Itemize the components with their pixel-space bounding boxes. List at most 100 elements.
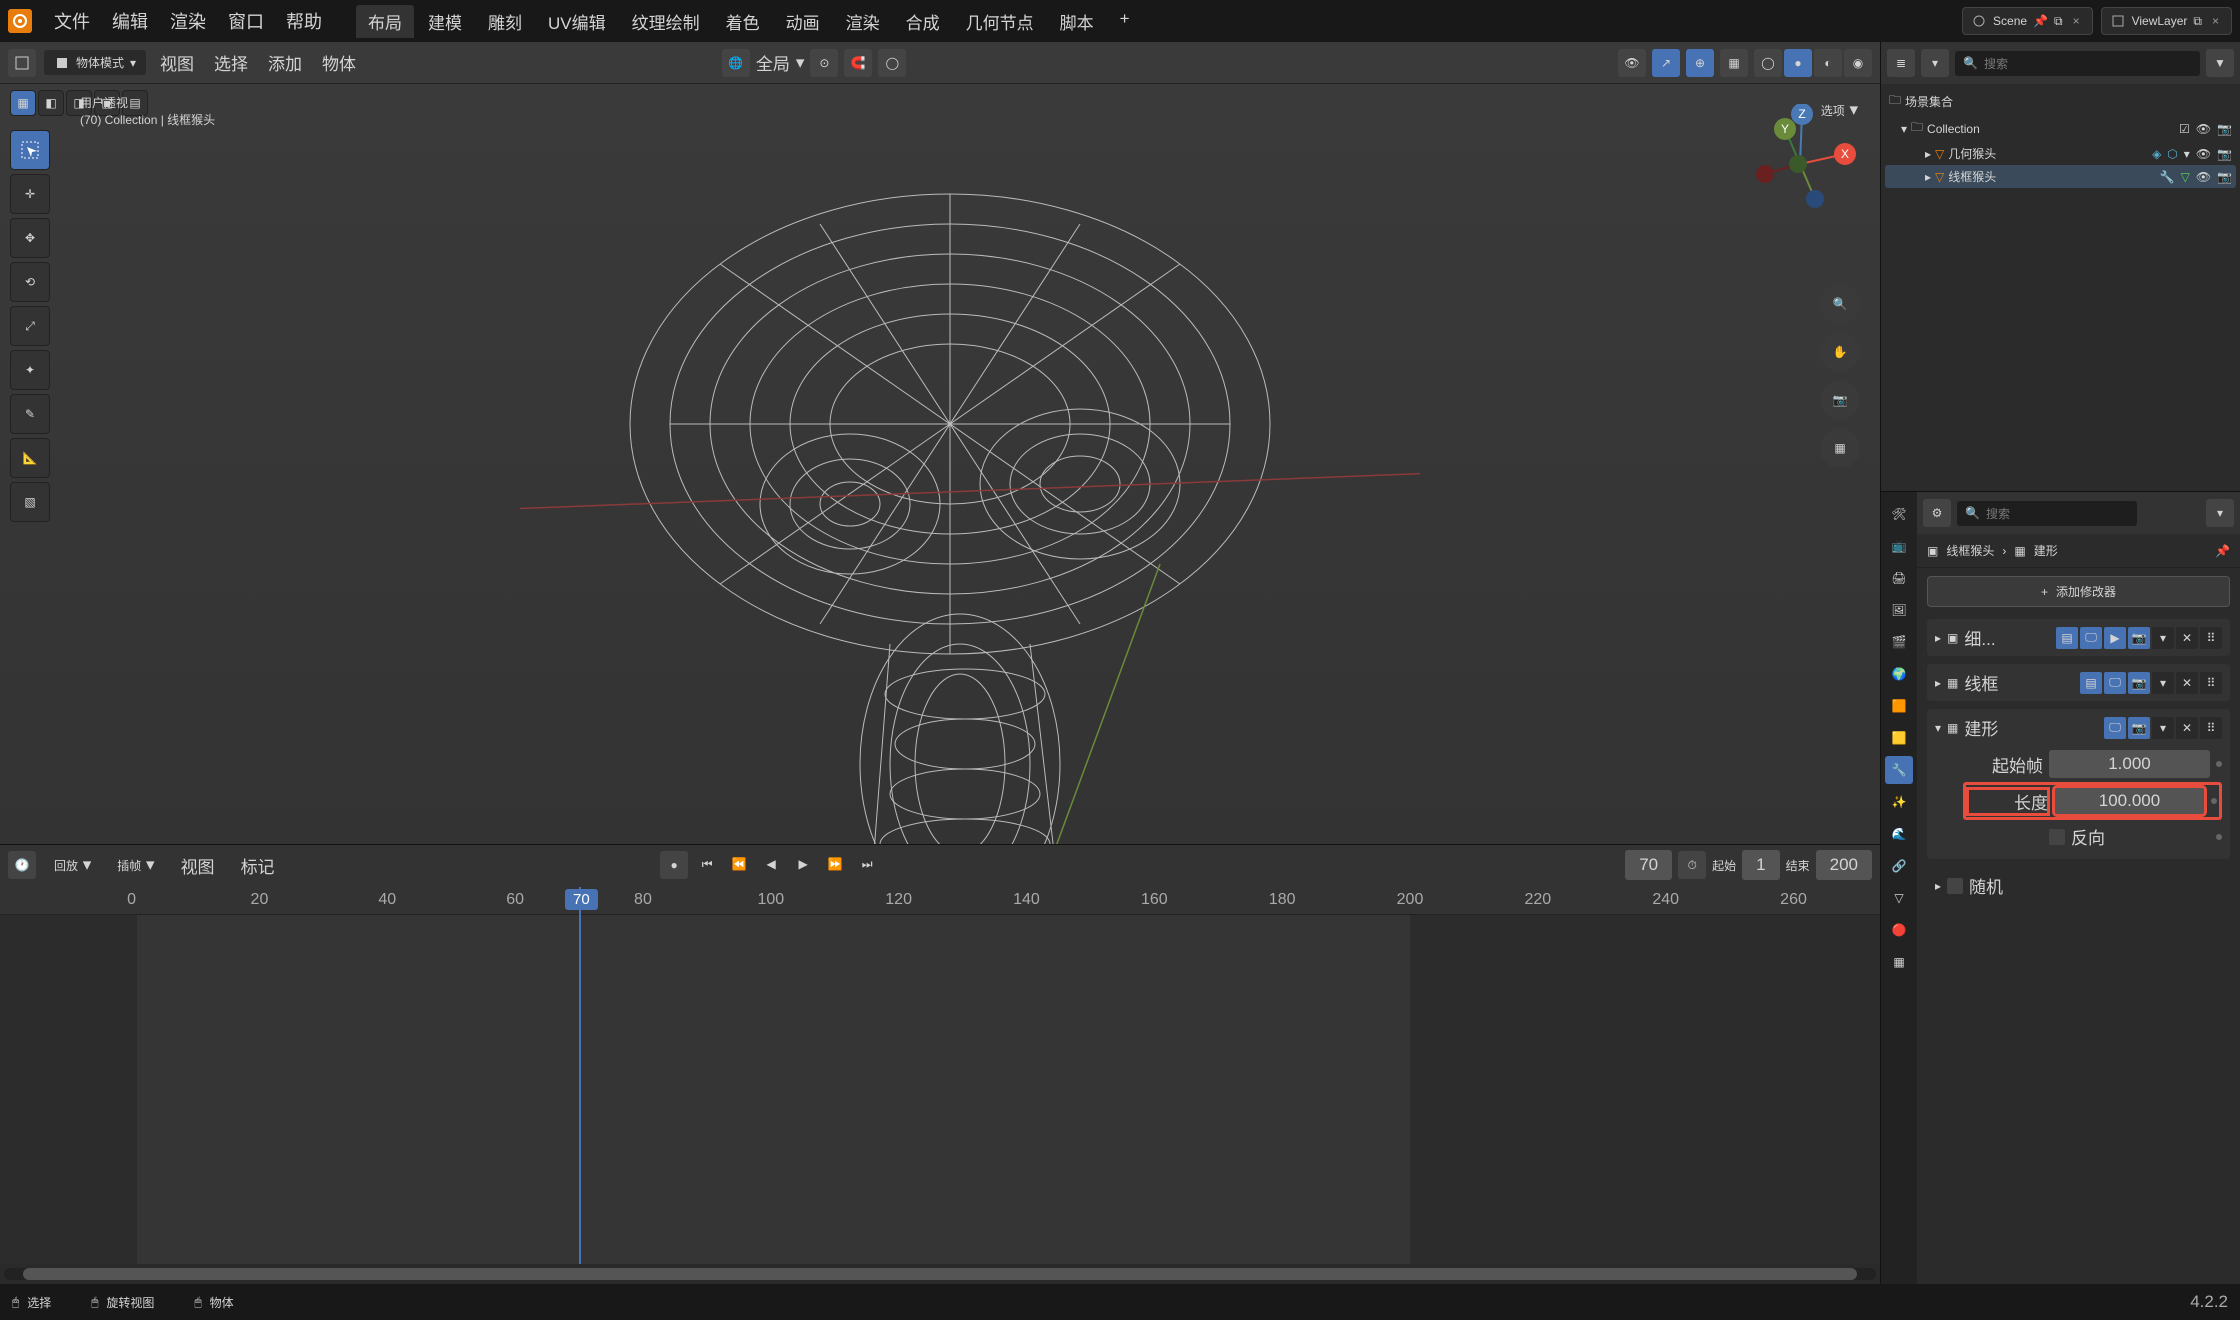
xray-icon[interactable]: ▦ <box>1720 49 1748 77</box>
proportional-icon[interactable]: ◯ <box>878 49 906 77</box>
addcube-tool-icon[interactable]: ▧ <box>10 482 50 522</box>
menu-edit[interactable]: 编辑 <box>102 2 158 40</box>
pivot-icon[interactable]: ⊙ <box>810 49 838 77</box>
tab-output-icon[interactable]: 🖨 <box>1885 564 1913 592</box>
jump-start-icon[interactable]: ⏮ <box>694 851 720 877</box>
tab-tool-icon[interactable]: 🛠 <box>1885 500 1913 528</box>
tab-anim[interactable]: 动画 <box>774 5 832 38</box>
start-frame-field[interactable]: 1 <box>1742 850 1779 880</box>
drag-icon[interactable]: ⠿ <box>2200 672 2222 694</box>
tab-particle-icon[interactable]: ✨ <box>1885 788 1913 816</box>
wire-shade-icon[interactable]: ◯ <box>1754 49 1782 77</box>
overlay-toggle-icon[interactable]: ⊕ <box>1686 49 1714 77</box>
breadcrumb-modifier[interactable]: 建形 <box>2034 542 2058 559</box>
tl-menu-marker[interactable]: 标记 <box>233 849 283 882</box>
tree-scene-collection[interactable]: 🗀 场景集合 <box>1885 88 2236 115</box>
scale-tool-icon[interactable]: ⤢ <box>10 306 50 346</box>
solid-shade-icon[interactable]: ● <box>1784 49 1812 77</box>
length-input[interactable]: 100.000 <box>2054 787 2205 815</box>
tab-object-icon[interactable]: 🟨 <box>1885 724 1913 752</box>
drag-icon[interactable]: ⠿ <box>2200 717 2222 739</box>
copy-icon[interactable]: ⧉ <box>2054 14 2063 29</box>
options-icon[interactable]: ▾ <box>2206 499 2234 527</box>
tab-physics-icon[interactable]: 🌊 <box>1885 820 1913 848</box>
anim-dot-icon[interactable] <box>2211 798 2217 804</box>
matprev-shade-icon[interactable]: ◐ <box>1814 49 1842 77</box>
dropdown-icon[interactable]: ▾ <box>2152 672 2174 694</box>
display-mode-icon[interactable]: ▾ <box>1921 49 1949 77</box>
ortho-icon[interactable]: ▦ <box>1820 428 1860 468</box>
nav-gizmo[interactable]: X Y Z <box>1740 104 1860 224</box>
dropdown-icon[interactable]: ▾ <box>2152 717 2174 739</box>
vp-menu-view[interactable]: 视图 <box>154 46 200 79</box>
tab-scene-icon[interactable]: 🎬 <box>1885 628 1913 656</box>
annotate-tool-icon[interactable]: ✎ <box>10 394 50 434</box>
tab-render-icon[interactable]: 📺 <box>1885 532 1913 560</box>
delete-icon[interactable]: ✕ <box>2176 717 2198 739</box>
tree-item-wiremonkey[interactable]: ▸ ▽ 线框猴头 🔧 ▽ 👁 📷 <box>1885 165 2236 188</box>
outliner-editor-icon[interactable]: ≣ <box>1887 49 1915 77</box>
props-search[interactable]: 🔍 搜索 <box>1957 501 2137 526</box>
props-editor-icon[interactable]: ⚙ <box>1923 499 1951 527</box>
select-tool-icon[interactable] <box>10 130 50 170</box>
timeline-body[interactable]: 70 <box>0 915 1880 1264</box>
play-rev-icon[interactable]: ◀ <box>758 851 784 877</box>
snap-icon[interactable]: 🧲 <box>844 49 872 77</box>
tab-shading[interactable]: 着色 <box>714 5 772 38</box>
delete-icon[interactable]: ✕ <box>2176 672 2198 694</box>
viewport-3d[interactable]: ▦ ◧ ◨ ▣ ▤ ✛ ✥ ⟲ ⤢ ✦ ✎ 📐 ▧ 用户透视 <box>0 84 1880 844</box>
checkbox-icon[interactable]: ☑ <box>2179 122 2190 136</box>
anim-dot-icon[interactable] <box>2216 834 2222 840</box>
visibility-icon[interactable]: 👁 <box>1618 49 1646 77</box>
tab-add[interactable]: + <box>1108 5 1142 38</box>
delete-icon[interactable]: ✕ <box>2176 627 2198 649</box>
playhead[interactable]: 70 <box>579 887 581 1264</box>
drag-icon[interactable]: ⠿ <box>2200 627 2222 649</box>
anim-dot-icon[interactable] <box>2216 761 2222 767</box>
pin-icon[interactable]: 📌 <box>2033 14 2048 28</box>
tab-uv[interactable]: UV编辑 <box>536 5 618 38</box>
tab-geonodes[interactable]: 几何节点 <box>954 5 1046 38</box>
key-prev-icon[interactable]: ⏪ <box>726 851 752 877</box>
tab-texture-icon[interactable]: ▦ <box>1885 948 1913 976</box>
render-icon[interactable]: 📷 <box>2217 122 2232 136</box>
current-frame-field[interactable]: 70 <box>1625 850 1672 880</box>
timeline-ruler[interactable]: 0 20 40 60 80 100 120 140 160 180 200 22… <box>0 885 1880 915</box>
key-next-icon[interactable]: ⏩ <box>822 851 848 877</box>
outliner-search[interactable]: 🔍 搜索 <box>1955 51 2200 76</box>
editor-type-icon[interactable] <box>8 49 36 77</box>
tab-modifier-icon[interactable]: 🔧 <box>1885 756 1913 784</box>
eye-icon[interactable]: 👁 <box>2196 147 2211 161</box>
display-icon[interactable]: 🖵 <box>2080 627 2102 649</box>
modifier-name[interactable]: 建形 <box>1964 715 1998 740</box>
filter-icon[interactable]: ▼ <box>2206 49 2234 77</box>
zoom-icon[interactable]: 🔍 <box>1820 284 1860 324</box>
chevron-down-icon[interactable]: ▾ <box>1935 721 1941 735</box>
copy-icon[interactable]: ⧉ <box>2193 14 2202 29</box>
chevron-right-icon[interactable]: ▸ <box>1935 879 1941 893</box>
mode-selector[interactable]: 物体模式 ▾ <box>44 50 146 75</box>
tab-layout[interactable]: 布局 <box>356 5 414 38</box>
add-modifier-button[interactable]: +添加修改器 <box>1927 576 2230 607</box>
camera-icon[interactable]: 📷 <box>1820 380 1860 420</box>
menu-render[interactable]: 渲染 <box>160 2 216 40</box>
tree-collection[interactable]: ▾ 🗀 Collection ☑ 👁 📷 <box>1885 115 2236 142</box>
cursor-tool-icon[interactable]: ✛ <box>10 174 50 214</box>
vp-menu-select[interactable]: 选择 <box>208 46 254 79</box>
random-checkbox[interactable] <box>1947 878 1963 894</box>
viewlayer-selector[interactable]: ViewLayer ⧉ × <box>2101 7 2232 35</box>
measure-tool-icon[interactable]: 📐 <box>10 438 50 478</box>
chevron-right-icon[interactable]: ▸ <box>1925 147 1931 161</box>
edit-mode-icon[interactable]: ▤ <box>2056 627 2078 649</box>
tab-modeling[interactable]: 建模 <box>416 5 474 38</box>
chevron-down-icon[interactable]: ▾ <box>2184 147 2190 161</box>
tl-menu-keying[interactable]: 插帧 ▾ <box>109 851 162 879</box>
render-toggle-icon[interactable]: 📷 <box>2128 672 2150 694</box>
jump-end-icon[interactable]: ⏭ <box>854 851 880 877</box>
display-icon[interactable]: 🖵 <box>2104 717 2126 739</box>
select-all-icon[interactable]: ▦ <box>10 90 36 116</box>
tab-script[interactable]: 脚本 <box>1048 5 1106 38</box>
timeline-scrollbar[interactable] <box>4 1268 1876 1280</box>
close-icon[interactable]: × <box>2208 14 2223 28</box>
start-frame-input[interactable]: 1.000 <box>2049 750 2210 778</box>
